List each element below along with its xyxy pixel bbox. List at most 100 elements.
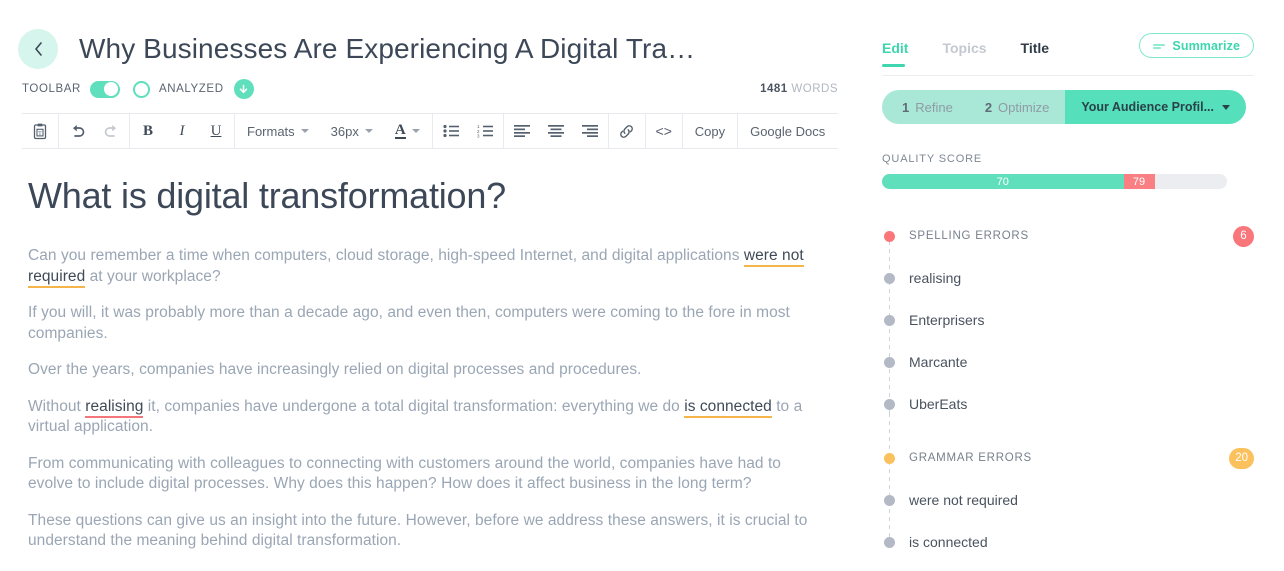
text-color-dropdown[interactable]: A	[384, 114, 431, 148]
quality-score-good-segment: 70	[882, 174, 1124, 189]
issue-connector	[889, 413, 890, 545]
list-item[interactable]: realising	[882, 257, 1254, 299]
issue-connector	[889, 241, 890, 415]
segment-number: 1	[902, 99, 910, 115]
paragraph-5: From communicating with colleagues to co…	[28, 454, 781, 493]
audience-profile-label: Your Audience Profil...	[1081, 100, 1214, 114]
list-item[interactable]: is connected	[882, 521, 1254, 563]
spelling-error-highlight[interactable]: realising	[85, 397, 144, 418]
list-item[interactable]: Enterprisers	[882, 299, 1254, 341]
toolbar-group-align	[504, 114, 609, 148]
list-item[interactable]: UberEats	[882, 383, 1254, 425]
audience-profile-dropdown[interactable]: Your Audience Profil...	[1065, 90, 1246, 124]
grammar-error-highlight[interactable]: is connected	[684, 397, 772, 418]
word-count-label: WORDS	[791, 83, 838, 95]
word-count: 1481 WORDS	[760, 83, 838, 95]
word-count-number: 1481	[760, 83, 788, 95]
google-docs-button[interactable]: Google Docs	[739, 114, 836, 148]
bullet-list-icon[interactable]	[434, 114, 468, 148]
code-button[interactable]: <>	[647, 114, 681, 148]
formats-label: Formats	[247, 123, 295, 139]
toolbar-label: TOOLBAR	[22, 83, 81, 95]
numbered-list-icon[interactable]: 1 2 3	[468, 114, 502, 148]
align-center-icon[interactable]	[539, 114, 573, 148]
tab-edit[interactable]: Edit	[882, 40, 908, 67]
text-run: at your workplace?	[85, 267, 221, 285]
document-body[interactable]: What is digital transformation? Can you …	[0, 149, 868, 549]
align-right-icon[interactable]	[573, 114, 607, 148]
back-button[interactable]	[18, 29, 58, 69]
status-badge: 6	[1233, 225, 1254, 247]
list-item[interactable]: Marcante	[882, 341, 1254, 383]
font-size-dropdown[interactable]: 36px	[320, 114, 384, 148]
toolbar-group-gdocs: Google Docs	[738, 114, 837, 148]
bullet-dot-icon	[884, 536, 895, 548]
font-size-label: 36px	[330, 123, 359, 139]
toolbar-toggle[interactable]	[89, 80, 120, 98]
editor-app: Why Businesses Are Experiencing A Digita…	[0, 0, 1284, 571]
analyzed-label: ANALYZED	[158, 83, 224, 95]
link-icon[interactable]	[610, 114, 644, 148]
toolbar-group-formats: Formats 36px A	[235, 114, 433, 148]
status-bar: TOOLBAR ANALYZED 1481 WORDS	[0, 72, 868, 106]
undo-arrow-icon[interactable]	[60, 114, 94, 148]
text-color-label: A	[394, 122, 406, 139]
chevron-down-icon	[300, 129, 309, 133]
status-dot-icon	[884, 452, 895, 464]
redo-arrow-icon[interactable]	[94, 114, 128, 148]
svg-text:3: 3	[477, 134, 480, 138]
toggle-knob	[104, 82, 119, 96]
paragraph-4: Without realising it, companies have und…	[28, 397, 828, 438]
toolbar-group-code: <>	[646, 114, 683, 148]
bullet-dot-icon	[884, 356, 895, 368]
quality-score-bar: 70 79	[882, 174, 1227, 189]
summarize-label: Summarize	[1172, 38, 1240, 53]
underline-button[interactable]: U	[199, 114, 233, 148]
issue-group-spelling: SPELLING ERRORS 6 realising Enterprisers…	[882, 215, 1254, 425]
issue-group-header[interactable]: SPELLING ERRORS 6	[882, 215, 1254, 257]
bullet-dot-icon	[884, 314, 895, 326]
analyzed-toggle[interactable]	[132, 80, 150, 98]
issue-label: Marcante	[909, 354, 968, 370]
tab-topics[interactable]: Topics	[942, 40, 986, 67]
segment-label: Refine	[915, 99, 953, 115]
bullet-dot-icon	[884, 494, 895, 506]
segment-optimize[interactable]: 2 Optimize	[968, 90, 1066, 124]
paragraph-6: These questions can give us an insight i…	[28, 511, 808, 549]
issues-list: SPELLING ERRORS 6 realising Enterprisers…	[882, 215, 1254, 563]
tab-title[interactable]: Title	[1021, 40, 1050, 67]
analysis-sidebar: Edit Topics Title Summarize 1 Refine 2 O…	[868, 0, 1284, 571]
copy-button[interactable]: Copy	[684, 114, 736, 148]
quality-score-label: QUALITY SCORE	[882, 153, 983, 165]
chevron-down-icon	[364, 129, 373, 133]
sidebar-tabs: Edit Topics Title Summarize	[882, 0, 1254, 76]
arrow-down-circle-icon[interactable]	[233, 79, 254, 99]
status-badge: 20	[1229, 447, 1254, 469]
toolbar-group-paste: T	[22, 114, 59, 148]
summarize-lines-icon	[1153, 42, 1166, 50]
paste-text-icon[interactable]: T	[23, 114, 57, 148]
align-left-icon[interactable]	[505, 114, 539, 148]
issue-label: is connected	[909, 534, 988, 550]
issue-group-title: GRAMMAR ERRORS	[909, 452, 1032, 464]
workflow-segments: 1 Refine 2 Optimize Your Audience Profil…	[882, 90, 1254, 124]
italic-button[interactable]: I	[165, 114, 199, 148]
issue-group-title: SPELLING ERRORS	[909, 230, 1029, 242]
formats-dropdown[interactable]: Formats	[236, 114, 320, 148]
toolbar-group-lists: 1 2 3	[433, 114, 504, 148]
svg-text:T: T	[38, 130, 42, 136]
bullet-dot-icon	[884, 272, 895, 284]
text-run: Without	[28, 397, 86, 415]
bold-button[interactable]: B	[131, 114, 165, 148]
bullet-dot-icon	[884, 398, 895, 410]
toolbar-group-style: B I U	[130, 114, 235, 148]
segment-refine[interactable]: 1 Refine	[882, 90, 969, 124]
summarize-button[interactable]: Summarize	[1139, 33, 1254, 58]
document-heading: What is digital transformation?	[28, 175, 507, 216]
list-item[interactable]: were not required	[882, 479, 1254, 521]
chevron-down-icon	[1222, 104, 1230, 110]
segment-number: 2	[984, 99, 993, 115]
issue-group-header[interactable]: GRAMMAR ERRORS 20	[882, 437, 1254, 479]
issue-label: were not required	[909, 492, 1018, 508]
text-run: Can you remember a time when computers, …	[28, 247, 744, 265]
